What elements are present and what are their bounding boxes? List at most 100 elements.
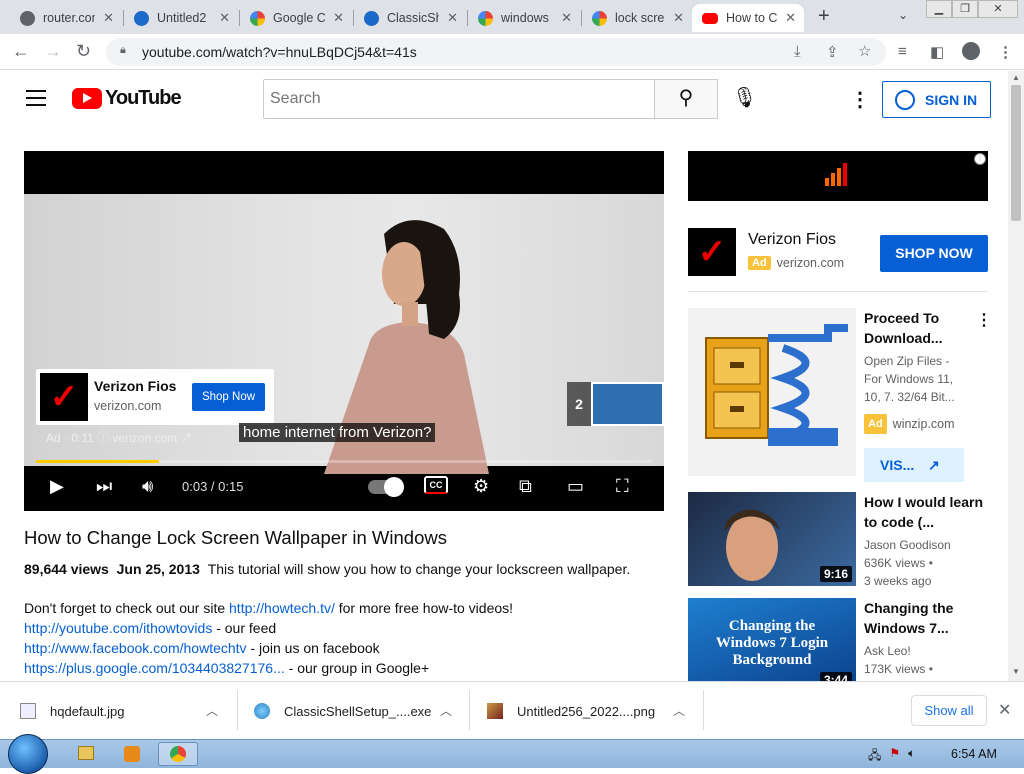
download-item[interactable]: ClassicShellSetup_....exe ︿: [254, 682, 466, 740]
view-count: 173K views •: [864, 662, 933, 676]
video-player[interactable]: ✓ Verizon Fios verizon.com Shop Now Ad ·…: [24, 151, 664, 511]
video-thumbnail[interactable]: 9:16: [688, 492, 856, 586]
microphone-icon[interactable]: 🎙︎: [732, 85, 757, 110]
tab-google-c[interactable]: Google C ✕: [240, 4, 352, 32]
winzip-thumbnail[interactable]: [688, 308, 856, 476]
ad-info-icon[interactable]: i: [974, 153, 986, 165]
chrome-taskbar-icon[interactable]: [158, 742, 198, 766]
close-tab-icon[interactable]: ✕: [333, 10, 344, 26]
description-line: https://plus.google.com/1034403827176...…: [24, 660, 430, 676]
close-tab-icon[interactable]: ✕: [103, 10, 114, 26]
explorer-taskbar-icon[interactable]: [66, 742, 106, 766]
rec-title[interactable]: Proceed To Download...: [864, 308, 984, 348]
theater-mode-icon[interactable]: ▭: [567, 476, 584, 497]
player-ad-card[interactable]: ✓ Verizon Fios verizon.com Shop Now: [36, 369, 274, 425]
clock[interactable]: 6:54 AM: [951, 747, 997, 761]
profile-avatar-icon[interactable]: [962, 42, 980, 60]
rec-title[interactable]: Changing the Windows 7...: [864, 598, 984, 638]
download-item[interactable]: hqdefault.jpg ︿: [20, 682, 234, 740]
more-actions-icon[interactable]: ⋮: [976, 310, 992, 330]
play-icon[interactable]: ▶: [50, 476, 64, 497]
close-downloads-icon[interactable]: ✕: [998, 700, 1011, 720]
volume-icon[interactable]: 🔊︎: [142, 476, 153, 497]
tab-strip: router.com ✕ Untitled2 ✕ Google C ✕ Clas…: [0, 0, 1024, 34]
new-tab-button[interactable]: +: [818, 5, 830, 28]
sidebar-banner-ad[interactable]: i: [688, 151, 988, 201]
media-player-taskbar-icon[interactable]: [112, 742, 152, 766]
fullscreen-icon[interactable]: ⛶: [616, 476, 629, 497]
search-input[interactable]: [264, 80, 654, 118]
ad-advertiser-name[interactable]: Verizon Fios: [748, 231, 836, 249]
network-icon[interactable]: 🖧: [868, 746, 881, 767]
side-panel-icon[interactable]: ◧: [930, 43, 944, 61]
shop-now-button[interactable]: SHOP NOW: [880, 235, 988, 272]
bookmark-star-icon[interactable]: ☆: [858, 42, 871, 60]
chevron-up-icon[interactable]: ︿: [440, 702, 452, 719]
description-link[interactable]: https://plus.google.com/1034403827176...: [24, 660, 285, 676]
scrollbar-thumb[interactable]: [1011, 85, 1021, 221]
youtube-logo[interactable]: YouTube: [72, 87, 182, 110]
minimize-button[interactable]: ▁: [926, 0, 952, 18]
tab-untitled2[interactable]: Untitled2 ✕: [124, 4, 238, 32]
search-box[interactable]: [263, 79, 655, 119]
settings-menu-icon[interactable]: ⋮: [850, 87, 870, 112]
hamburger-menu-icon[interactable]: [26, 90, 46, 106]
autoplay-toggle[interactable]: [368, 477, 404, 497]
close-tab-icon[interactable]: ✕: [785, 10, 796, 26]
tab-lock-screen[interactable]: lock scre ✕: [582, 4, 692, 32]
share-icon[interactable]: ⇪: [826, 43, 839, 61]
show-all-downloads-button[interactable]: Show all: [911, 695, 987, 726]
tab-title: Untitled2: [157, 11, 207, 25]
chevron-up-icon[interactable]: ︿: [673, 702, 685, 719]
close-tab-icon[interactable]: ✕: [673, 10, 684, 26]
back-icon[interactable]: ←: [12, 41, 30, 62]
url-text[interactable]: youtube.com/watch?v=hnuLBqDCj54&t=41s: [142, 44, 417, 60]
close-tab-icon[interactable]: ✕: [447, 10, 458, 26]
reload-icon[interactable]: ↻: [76, 41, 91, 62]
install-icon[interactable]: ⤓: [794, 43, 801, 60]
chevron-up-icon[interactable]: ︿: [206, 702, 218, 719]
browser-menu-icon[interactable]: ⋮: [998, 43, 1013, 61]
sign-in-button[interactable]: SIGN IN: [882, 81, 991, 118]
next-video-preview[interactable]: 2: [567, 382, 664, 426]
ad-shop-now-button[interactable]: Shop Now: [192, 383, 265, 411]
close-tab-icon[interactable]: ✕: [561, 10, 572, 26]
forward-icon[interactable]: →: [44, 41, 62, 62]
tab-router[interactable]: router.com ✕: [10, 4, 122, 32]
description-link[interactable]: http://www.facebook.com/howtechtv: [24, 640, 247, 656]
recommended-item[interactable]: Changing the Windows 7 Login Background …: [688, 598, 1008, 681]
visit-site-button[interactable]: VIS... ↗: [864, 448, 964, 482]
channel-name[interactable]: Ask Leo!: [864, 642, 911, 660]
channel-name[interactable]: Jason Goodison: [864, 536, 951, 554]
close-window-button[interactable]: ✕: [978, 0, 1018, 18]
video-thumbnail[interactable]: Changing the Windows 7 Login Background …: [688, 598, 856, 681]
download-item[interactable]: Untitled256_2022....png ︿: [487, 682, 701, 740]
recommended-item[interactable]: 9:16 How I would learn to code (... Jaso…: [688, 492, 1008, 588]
speaker-icon[interactable]: 🔈︎: [908, 746, 915, 767]
address-bar[interactable]: 🔒︎ youtube.com/watch?v=hnuLBqDCj54&t=41s…: [106, 38, 886, 66]
tab-classicshell[interactable]: ClassicSh ✕: [354, 4, 466, 32]
tab-title: lock scre: [615, 11, 665, 25]
captions-button[interactable]: CC: [424, 476, 448, 494]
description-link[interactable]: http://youtube.com/ithowtovids: [24, 620, 212, 636]
tab-how-to[interactable]: How to C ✕: [692, 4, 804, 32]
close-tab-icon[interactable]: ✕: [219, 10, 230, 26]
restore-button[interactable]: ❐: [952, 0, 978, 18]
miniplayer-icon[interactable]: ⧉: [519, 476, 532, 497]
tab-windows[interactable]: windows ✕: [468, 4, 580, 32]
rec-title[interactable]: How I would learn to code (...: [864, 492, 984, 532]
recommended-item[interactable]: Proceed To Download... ⋮ Open Zip Files …: [688, 308, 1008, 482]
skip-next-icon[interactable]: ⏭︎: [96, 476, 112, 497]
media-playlist-icon[interactable]: ≡: [898, 43, 907, 60]
progress-bar[interactable]: [36, 460, 652, 463]
ad-meta-text[interactable]: Ad · 0:11 ⓘ verizon.com ↗: [46, 429, 193, 446]
verizon-logo[interactable]: ✓: [688, 228, 736, 276]
description-link[interactable]: http://howtech.tv/: [229, 600, 335, 616]
tab-search-chevron-icon[interactable]: ⌄: [898, 8, 908, 22]
lock-icon[interactable]: 🔒︎: [120, 44, 126, 57]
start-button[interactable]: [8, 734, 48, 774]
page-scrollbar[interactable]: ▲ ▼: [1008, 71, 1024, 681]
search-button[interactable]: ⚲: [654, 79, 718, 119]
flag-icon[interactable]: ⚑: [889, 746, 900, 767]
settings-gear-icon[interactable]: ⚙: [473, 476, 489, 497]
